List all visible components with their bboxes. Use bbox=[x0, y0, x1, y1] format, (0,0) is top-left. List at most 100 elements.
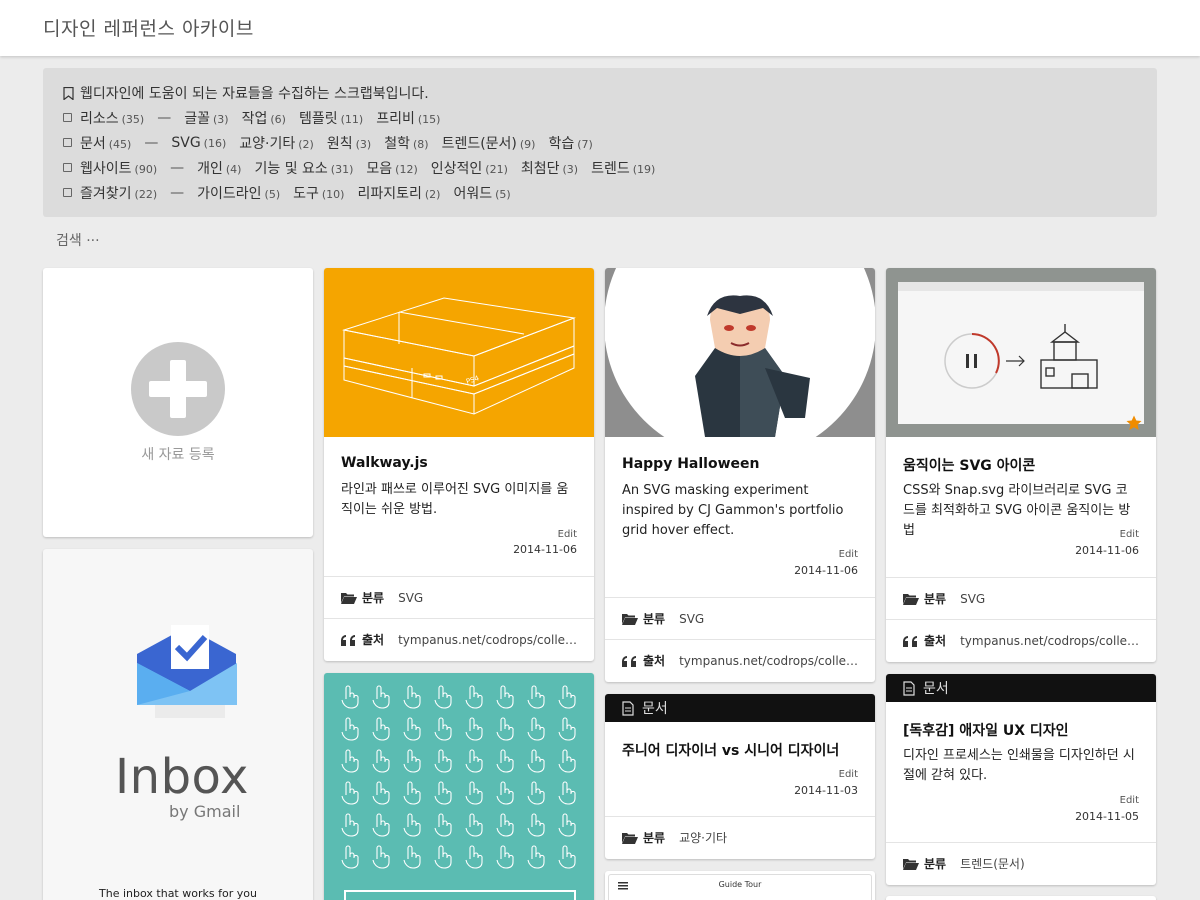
card-agile-edit-link[interactable]: Edit bbox=[1120, 795, 1139, 806]
category-label: 분류 bbox=[643, 612, 666, 626]
hand-gesture-icon bbox=[465, 685, 483, 709]
category-tag[interactable]: 트렌드 (19) bbox=[591, 158, 655, 178]
tag-label: 즐겨찾기 bbox=[80, 185, 132, 202]
card-svg-icon-source[interactable]: tympanus.net/codrops/collect… bbox=[960, 634, 1140, 648]
card-halloween-edit-link[interactable]: Edit bbox=[839, 549, 858, 560]
hand-gesture-icon bbox=[372, 685, 390, 709]
tag-label: 어워드 bbox=[453, 185, 493, 202]
card-halloween[interactable]: Happy Halloween An SVG masking experimen… bbox=[605, 268, 875, 682]
hand-gesture-icon bbox=[465, 813, 483, 837]
tag-label: 모음 bbox=[366, 160, 393, 177]
tag-count: (3) bbox=[355, 137, 372, 151]
category-tag[interactable]: SVG (16) bbox=[171, 135, 226, 151]
tag-count: (3) bbox=[213, 112, 229, 126]
card-junior-edit-link[interactable]: Edit bbox=[839, 769, 858, 780]
tag-label: 철학 bbox=[384, 135, 410, 152]
card-walkway[interactable]: PS4 Walkway.js 라인과 패쓰로 이루어진 SVG 이미지를 움직이… bbox=[324, 268, 594, 661]
group-checkbox[interactable] bbox=[63, 188, 72, 197]
tag-count: (5) bbox=[264, 187, 281, 201]
card-agile-ux[interactable]: 문서 [독후감] 애자일 UX 디자인 디자인 프로세스는 인쇄물을 디자인하던… bbox=[886, 674, 1156, 885]
card-junior-title[interactable]: 주니어 디자이너 vs 시니어 디자이너 bbox=[622, 740, 839, 760]
category-group-tag[interactable]: 즐겨찾기 (22) bbox=[80, 183, 157, 203]
category-tag[interactable]: 개인 (4) bbox=[197, 158, 241, 178]
star-favorite-icon[interactable] bbox=[1126, 415, 1142, 431]
category-group-tag[interactable]: 문서 (45) bbox=[80, 133, 131, 153]
category-tag[interactable]: 기능 및 요소 (31) bbox=[254, 158, 353, 178]
inbox-logo: Inbox bbox=[115, 749, 249, 805]
intro-row: 웹디자인에 도움이 되는 자료들을 수집하는 스크랩북입니다. bbox=[63, 81, 1137, 105]
ps4-wireframe-image: PS4 bbox=[342, 297, 576, 415]
inbox-card[interactable]: Inbox by Gmail The inbox that works for … bbox=[43, 549, 313, 900]
card-halloween-category[interactable]: SVG bbox=[679, 612, 704, 626]
hand-gesture-icon bbox=[434, 813, 452, 837]
card-gesture-icons[interactable] bbox=[324, 673, 594, 900]
category-tag[interactable]: 학습 (7) bbox=[548, 133, 592, 153]
category-tag[interactable]: 모음 (12) bbox=[366, 158, 417, 178]
card-walkway-source[interactable]: tympanus.net/codrops/collect… bbox=[398, 633, 578, 647]
category-tag[interactable]: 작업 (6) bbox=[242, 108, 286, 128]
hand-gesture-icon bbox=[496, 781, 514, 805]
category-group-tag[interactable]: 리소스 (35) bbox=[80, 108, 144, 128]
card-guide-tour[interactable]: Guide Tour bbox=[605, 871, 875, 900]
hand-gesture-icon bbox=[496, 685, 514, 709]
category-tag[interactable]: 최첨단 (3) bbox=[521, 158, 578, 178]
category-tag[interactable]: 인상적인 (21) bbox=[431, 158, 508, 178]
hand-gesture-icon bbox=[496, 749, 514, 773]
card-svg-icon-category[interactable]: SVG bbox=[960, 592, 985, 606]
add-resource-card[interactable]: 새 자료 등록 bbox=[43, 268, 313, 537]
category-tag[interactable]: 어워드 (5) bbox=[453, 183, 510, 203]
card-svg-icon[interactable]: 움직이는 SVG 아이콘 CSS와 Snap.svg 라이브러리로 SVG 코드… bbox=[886, 268, 1156, 662]
card-walkway-title[interactable]: Walkway.js bbox=[341, 455, 428, 471]
group-checkbox[interactable] bbox=[63, 163, 72, 172]
tag-count: (35) bbox=[121, 112, 145, 126]
hand-gesture-icon bbox=[341, 781, 359, 805]
card-walkway-category[interactable]: SVG bbox=[398, 591, 423, 605]
category-label: 분류 bbox=[643, 831, 666, 845]
category-tag[interactable]: 가이드라인 (5) bbox=[197, 183, 280, 203]
card-halloween-source[interactable]: tympanus.net/codrops/collect… bbox=[679, 654, 859, 668]
tag-count: (9) bbox=[519, 137, 536, 151]
gesture-icons-image bbox=[341, 685, 576, 900]
card-junior-category[interactable]: 교양·기타 bbox=[679, 829, 727, 846]
group-checkbox[interactable] bbox=[63, 138, 72, 147]
card-agile-title[interactable]: [독후감] 애자일 UX 디자인 bbox=[903, 720, 1069, 740]
tag-label: 리파지토리 bbox=[357, 185, 422, 202]
card-walkway-edit-link[interactable]: Edit bbox=[558, 529, 577, 540]
group-checkbox[interactable] bbox=[63, 113, 72, 122]
category-tag[interactable]: 템플릿 (11) bbox=[299, 108, 363, 128]
tag-label: 학습 bbox=[548, 135, 575, 152]
search-toggle[interactable]: 검색 ··· bbox=[56, 230, 100, 250]
separator-dash: — bbox=[157, 109, 172, 126]
separator-dash: — bbox=[170, 184, 185, 201]
card-junior-date: 2014-11-03 bbox=[794, 784, 858, 797]
category-tag[interactable]: 글꼴 (3) bbox=[184, 108, 228, 128]
card-walkway-source-row: 출처 tympanus.net/codrops/collect… bbox=[324, 618, 594, 660]
tag-label: 트렌드 bbox=[591, 160, 630, 177]
category-tag[interactable]: 철학 (8) bbox=[384, 133, 428, 153]
category-tag[interactable]: 도구 (10) bbox=[293, 183, 344, 203]
hand-gesture-icon bbox=[527, 717, 545, 741]
card-agile-category[interactable]: 트렌드(문서) bbox=[960, 855, 1025, 872]
card-svg-icon-title[interactable]: 움직이는 SVG 아이콘 bbox=[903, 455, 1035, 475]
card-partial-bottom[interactable] bbox=[886, 896, 1156, 900]
tag-label: 프리비 bbox=[376, 110, 415, 127]
category-tag[interactable]: 프리비 (15) bbox=[376, 108, 440, 128]
hand-gesture-icon bbox=[527, 749, 545, 773]
card-svg-icon-desc: CSS와 Snap.svg 라이브러리로 SVG 코드를 최적화하고 SVG 아… bbox=[903, 483, 1131, 538]
category-tag[interactable]: 원칙 (3) bbox=[327, 133, 371, 153]
category-group-tag[interactable]: 웹사이트 (90) bbox=[80, 158, 157, 178]
site-title[interactable]: 디자인 레퍼런스 아카이브 bbox=[43, 14, 254, 41]
card-halloween-title[interactable]: Happy Halloween bbox=[622, 456, 759, 472]
inbox-by: by Gmail bbox=[169, 802, 241, 821]
folder-open-icon bbox=[341, 592, 357, 604]
tag-label: 인상적인 bbox=[430, 160, 483, 177]
hand-gesture-icon bbox=[496, 813, 514, 837]
category-tag[interactable]: 교양·기타 (2) bbox=[239, 133, 314, 153]
category-label: 분류 bbox=[362, 591, 385, 605]
card-svg-icon-edit-link[interactable]: Edit bbox=[1120, 529, 1139, 540]
tag-label: 도구 bbox=[293, 185, 319, 202]
category-tag[interactable]: 리파지토리 (2) bbox=[357, 183, 440, 203]
hand-gesture-icon bbox=[465, 749, 483, 773]
card-junior-senior[interactable]: 문서 주니어 디자이너 vs 시니어 디자이너 Edit 2014-11-03 … bbox=[605, 694, 875, 859]
category-tag[interactable]: 트렌드(문서) (9) bbox=[442, 133, 536, 153]
